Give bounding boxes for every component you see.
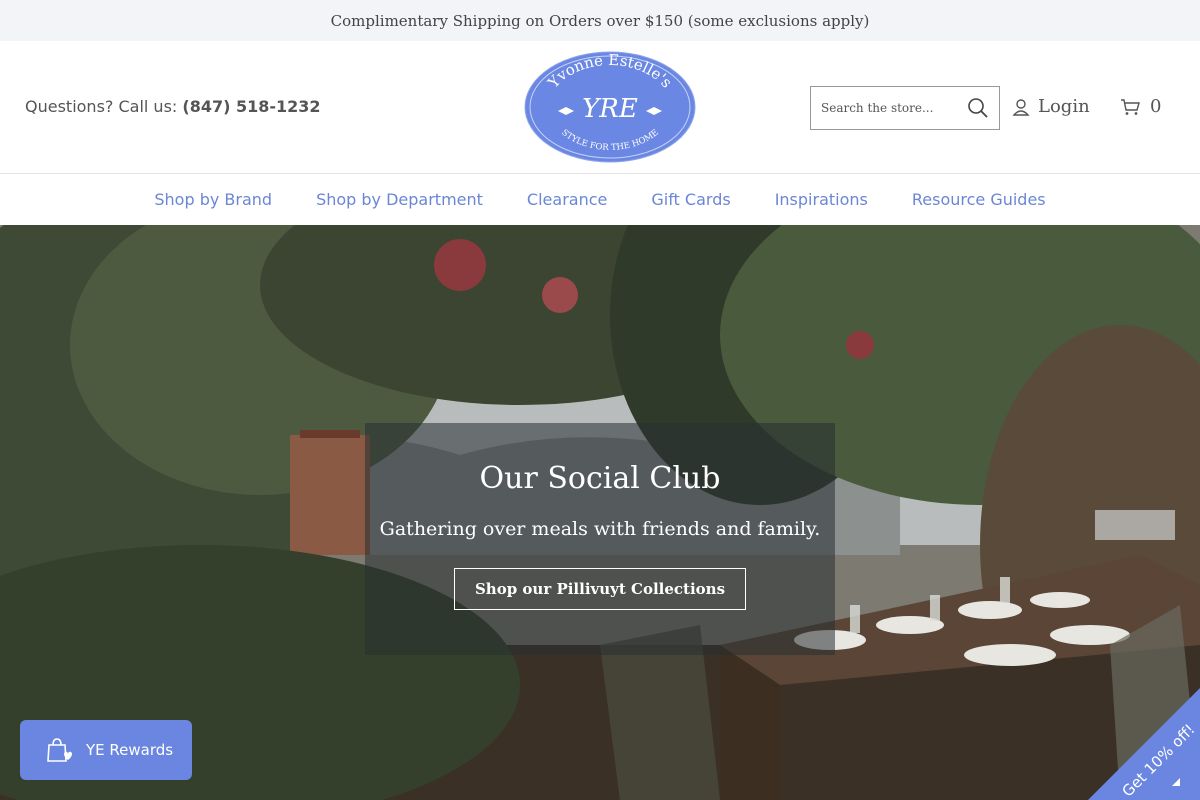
main-nav: Shop by Brand Shop by Department Clearan… [0,173,1200,225]
nav-item-resource-guides[interactable]: Resource Guides [912,190,1046,209]
site-header: Questions? Call us: (847) 518-1232 Yvonn… [0,41,1200,173]
phone-label: Questions? Call us: [25,97,183,116]
promo-ribbon[interactable]: Get 10% off! [1088,688,1200,800]
hero-subtitle: Gathering over meals with friends and fa… [379,518,821,540]
hero-cta-button[interactable]: Shop our Pillivuyt Collections [453,568,747,610]
login-link[interactable]: Login [1012,96,1090,117]
nav-item-inspirations[interactable]: Inspirations [775,190,868,209]
phone-contact: Questions? Call us: (847) 518-1232 [25,97,321,116]
announcement-bar: Complimentary Shipping on Orders over $1… [0,0,1200,41]
promo-ribbon-shape: Get 10% off! [1088,688,1200,800]
shopping-bag-heart-icon [47,738,72,762]
nav-item-shop-by-brand[interactable]: Shop by Brand [154,190,272,209]
user-icon [1012,98,1030,116]
search-input[interactable] [821,101,961,115]
phone-number[interactable]: (847) 518-1232 [182,97,320,116]
cart-icon [1121,98,1140,115]
nav-item-clearance[interactable]: Clearance [527,190,607,209]
hero-title: Our Social Club [479,461,721,496]
logo-monogram: YRE [582,94,638,124]
announcement-text: Complimentary Shipping on Orders over $1… [330,11,870,30]
site-logo[interactable]: Yvonne Estelle's STYLE FOR THE HOME YRE [524,51,696,163]
nav-item-shop-by-department[interactable]: Shop by Department [316,190,483,209]
rewards-launcher[interactable]: YE Rewards [20,720,192,780]
cart-count: 0 [1150,96,1162,117]
search-box [810,86,1000,130]
nav-item-gift-cards[interactable]: Gift Cards [651,190,730,209]
hero-banner: Our Social Club Gathering over meals wit… [0,225,1200,800]
login-label: Login [1038,96,1090,117]
rewards-label: YE Rewards [86,741,174,759]
search-icon[interactable] [967,97,989,119]
hero-overlay: Our Social Club Gathering over meals wit… [365,423,835,655]
cart-link[interactable]: 0 [1120,96,1161,117]
